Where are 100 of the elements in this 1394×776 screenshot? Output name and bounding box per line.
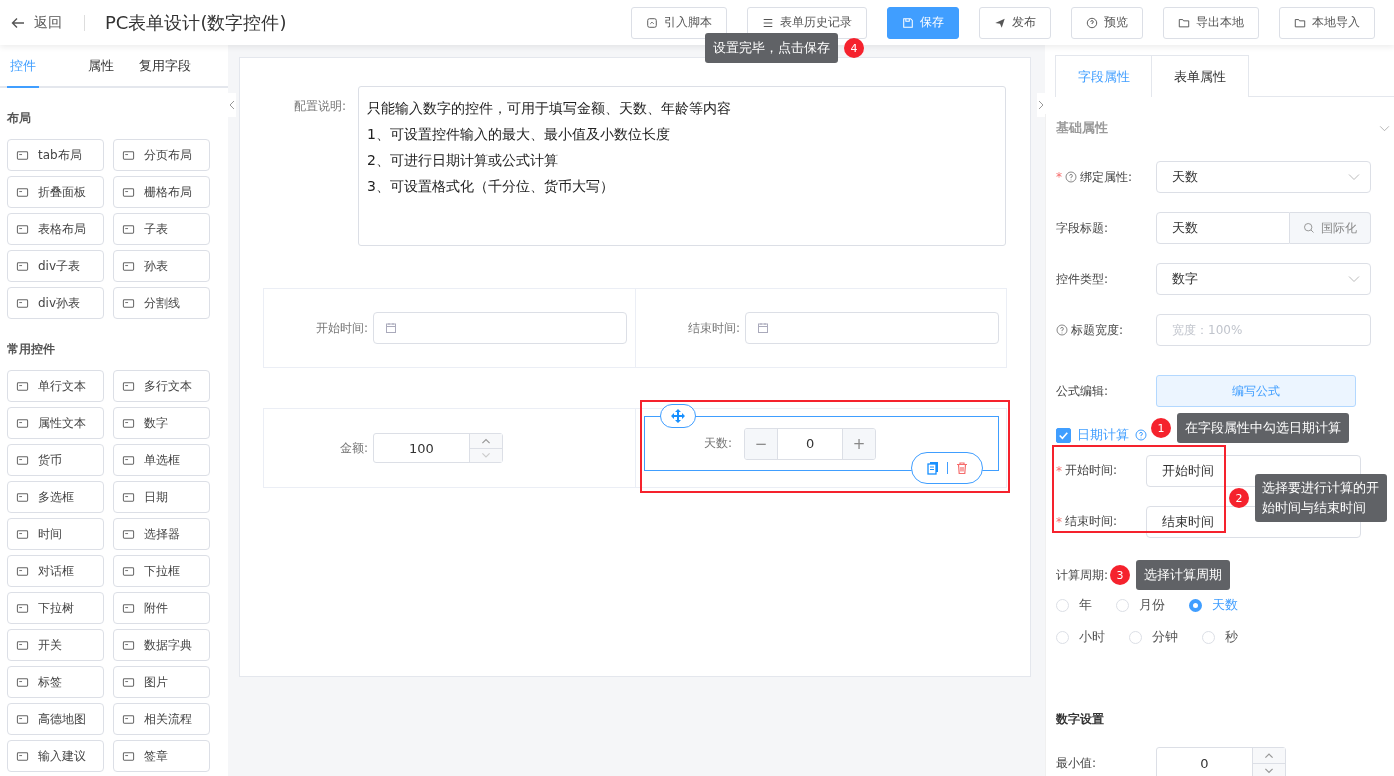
widget-icon <box>16 379 29 393</box>
field-label: 计算周期: <box>1056 568 1109 582</box>
widget-item[interactable]: 数字 <box>113 407 210 439</box>
panel-tab[interactable]: 表单属性 <box>1152 55 1249 97</box>
help-icon[interactable] <box>1056 324 1068 336</box>
number-value: 0 <box>1199 754 1210 773</box>
section-title: 基础属性 <box>1056 119 1108 137</box>
radio-label: 小时 <box>1079 628 1105 646</box>
widget-item[interactable]: 图片 <box>113 666 210 698</box>
widget-icon <box>122 601 135 615</box>
number-input[interactable]: 0 <box>1156 747 1286 776</box>
widget-item[interactable]: 相关流程 <box>113 703 210 735</box>
date-input[interactable] <box>373 312 627 344</box>
widget-item[interactable]: 多选框 <box>7 481 104 513</box>
widget-icon <box>16 749 29 763</box>
widget-item[interactable]: 对话框 <box>7 555 104 587</box>
radio-label: 分钟 <box>1152 628 1178 646</box>
chevron-down-icon <box>1348 173 1360 181</box>
widget-item[interactable]: 数据字典 <box>113 629 210 661</box>
toolbar-button[interactable]: 预览 <box>1071 6 1143 39</box>
widget-item[interactable]: 签章 <box>113 740 210 772</box>
panel-tab[interactable]: 属性 <box>85 45 117 88</box>
copy-icon[interactable] <box>925 461 940 475</box>
toolbar-button[interactable]: 发布 <box>979 6 1051 39</box>
widget-item[interactable]: div孙表 <box>7 287 104 319</box>
widget-item[interactable]: 标签 <box>7 666 104 698</box>
toolbar-button[interactable]: 本地导入 <box>1279 6 1375 39</box>
widget-item[interactable]: 下拉框 <box>113 555 210 587</box>
panel-tab[interactable]: 复用字段 <box>136 45 194 88</box>
field-label: 配置说明: <box>292 98 346 115</box>
widget-item[interactable]: 属性文本 <box>7 407 104 439</box>
widget-item[interactable]: div子表 <box>7 250 104 282</box>
selected-field[interactable]: 天数: − 0 + <box>644 416 999 471</box>
description-textarea[interactable]: 只能输入数字的控件，可用于填写金额、天数、年龄等内容 1、可设置控件输入的最大、最小值及小数位长度 2、可进行日期计算或公式计算 3、可设置格式化（千分位、货币大写） <box>358 86 1006 246</box>
radio-button[interactable] <box>1189 598 1202 612</box>
widget-icon <box>122 185 135 199</box>
text-field[interactable]: 宽度：100% <box>1156 314 1371 346</box>
widget-item[interactable]: 时间 <box>7 518 104 550</box>
widget-item[interactable]: 附件 <box>113 592 210 624</box>
widget-item[interactable]: 日期 <box>113 481 210 513</box>
widget-item[interactable]: 单行文本 <box>7 370 104 402</box>
number-input[interactable]: 100 <box>373 433 503 463</box>
delete-icon[interactable] <box>954 461 969 475</box>
help-icon[interactable] <box>1065 171 1077 183</box>
widget-item[interactable]: 下拉树 <box>7 592 104 624</box>
widget-item[interactable]: 选择器 <box>113 518 210 550</box>
widget-item[interactable]: 多行文本 <box>113 370 210 402</box>
widget-icon <box>122 712 135 726</box>
widget-item[interactable]: 折叠面板 <box>7 176 104 208</box>
widget-item[interactable]: 分割线 <box>113 287 210 319</box>
toolbar-button[interactable]: 表单历史记录 <box>747 6 867 39</box>
toolbar-button[interactable]: 引入脚本 <box>631 6 727 39</box>
section-title: 数字设置 <box>1056 711 1105 728</box>
widget-item[interactable]: tab布局 <box>7 139 104 171</box>
widget-item[interactable]: 开关 <box>7 629 104 661</box>
widget-item[interactable]: 高德地图 <box>7 703 104 735</box>
toolbar-icon <box>994 16 1006 29</box>
widget-item[interactable]: 货币 <box>7 444 104 476</box>
move-handle[interactable] <box>660 404 696 428</box>
widget-icon <box>16 296 29 310</box>
widget-icon <box>122 638 135 652</box>
widget-item[interactable]: 输入建议 <box>7 740 104 772</box>
i18n-button[interactable]: 国际化 <box>1290 212 1371 244</box>
select-field[interactable]: 数字 <box>1156 263 1371 295</box>
help-icon[interactable] <box>1135 429 1147 441</box>
chevron-down-icon[interactable] <box>1379 124 1390 132</box>
field-label: 绑定属性: <box>1080 168 1133 186</box>
field-label: 标题宽度: <box>1071 321 1124 339</box>
radio-label: 月份 <box>1139 596 1165 614</box>
collapse-handle[interactable] <box>1037 93 1045 117</box>
field-label: 控件类型: <box>1056 270 1109 288</box>
section-title: 布局 <box>7 110 32 127</box>
toolbar-icon <box>646 16 658 29</box>
widget-item[interactable]: 表格布局 <box>7 213 104 245</box>
widget-item[interactable]: 子表 <box>113 213 210 245</box>
widget-icon <box>122 379 135 393</box>
widget-item[interactable]: 孙表 <box>113 250 210 282</box>
text-field[interactable]: 天数 <box>1156 212 1290 244</box>
widget-icon <box>16 148 29 162</box>
widget-icon <box>122 564 135 578</box>
radio-label: 天数 <box>1212 596 1238 614</box>
search-icon <box>1303 222 1315 234</box>
widget-icon <box>122 296 135 310</box>
description-line: 2、可进行日期计算或公式计算 <box>367 151 559 170</box>
widget-item[interactable]: 栅格布局 <box>113 176 210 208</box>
widget-icon <box>16 259 29 273</box>
widget-icon <box>122 527 135 541</box>
toolbar-button[interactable]: 导出本地 <box>1163 6 1259 39</box>
widget-item[interactable]: 单选框 <box>113 444 210 476</box>
select-field[interactable]: 天数 <box>1156 161 1371 193</box>
tooltip: 设置完毕，点击保存 <box>705 33 838 63</box>
date-input[interactable] <box>745 312 999 344</box>
back-button[interactable]: 返回 <box>6 9 66 36</box>
step-badge: 2 <box>1229 488 1249 508</box>
widget-icon <box>16 222 29 236</box>
widget-item[interactable]: 分页布局 <box>113 139 210 171</box>
checkbox[interactable] <box>1056 427 1071 443</box>
widget-icon <box>16 564 29 578</box>
collapse-handle[interactable] <box>228 93 236 117</box>
widget-icon <box>122 490 135 504</box>
